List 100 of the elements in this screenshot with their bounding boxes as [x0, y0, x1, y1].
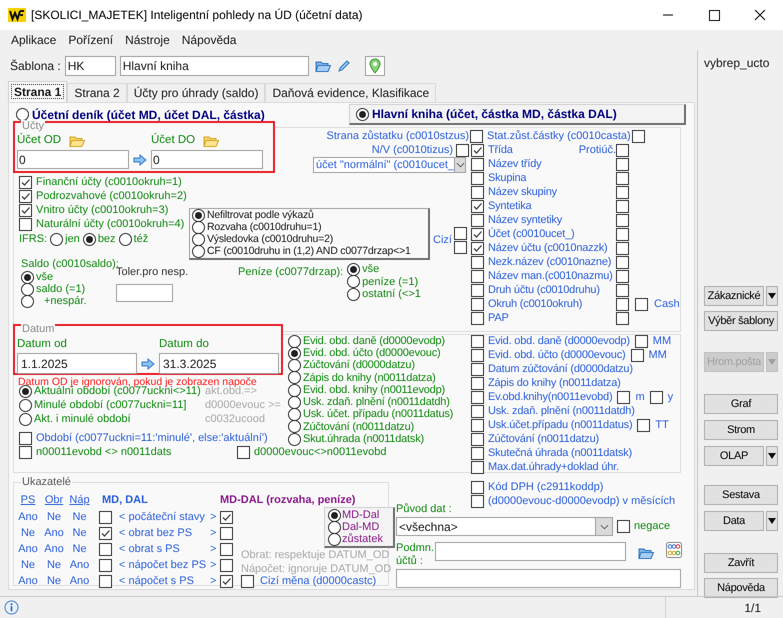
checkbox[interactable] — [471, 200, 484, 212]
radio-button[interactable] — [288, 359, 301, 372]
radio-button[interactable] — [288, 371, 301, 384]
radio-button[interactable] — [192, 209, 205, 222]
checkbox[interactable] — [471, 256, 484, 268]
date-field[interactable]: 1.1.2025 — [17, 353, 137, 374]
radio-button[interactable] — [82, 232, 96, 246]
input-field[interactable]: 0 — [151, 150, 263, 169]
checkbox[interactable] — [635, 298, 648, 310]
button[interactable]: Zákaznické — [704, 286, 764, 306]
checkbox[interactable] — [471, 270, 484, 282]
radio-button[interactable] — [192, 245, 205, 258]
radio-button[interactable] — [328, 520, 341, 534]
checkbox[interactable] — [616, 270, 629, 282]
checkbox[interactable] — [630, 348, 644, 362]
checkbox[interactable] — [220, 526, 233, 540]
tab[interactable]: Strana 2 — [67, 83, 127, 102]
checkbox[interactable] — [220, 510, 233, 524]
checkbox[interactable] — [471, 432, 484, 446]
date-field[interactable]: 31.3.2025 — [159, 353, 279, 374]
checkbox[interactable] — [19, 190, 32, 202]
radio-button[interactable] — [347, 288, 360, 301]
folder-icon[interactable] — [314, 59, 331, 73]
radio-button[interactable] — [347, 275, 360, 288]
checkbox[interactable] — [471, 158, 484, 170]
color-grid-icon[interactable] — [666, 542, 682, 558]
column-link[interactable]: Náp — [66, 492, 93, 508]
checkbox[interactable] — [454, 227, 467, 240]
checkbox[interactable] — [471, 172, 484, 184]
checkbox[interactable] — [99, 574, 112, 588]
checkbox[interactable] — [471, 494, 484, 508]
radio-button[interactable] — [288, 396, 301, 409]
condition-field[interactable] — [435, 542, 626, 561]
checkbox[interactable] — [19, 176, 32, 188]
menu-item[interactable]: Nástroje — [119, 30, 176, 50]
checkbox[interactable] — [617, 520, 630, 533]
checkbox[interactable] — [471, 348, 484, 362]
checkbox[interactable] — [220, 542, 233, 556]
radio-button[interactable] — [21, 282, 34, 296]
template-code-field[interactable]: HK — [64, 56, 116, 76]
checkbox[interactable] — [616, 228, 629, 240]
checkbox[interactable] — [237, 446, 250, 458]
checkbox[interactable] — [634, 334, 648, 348]
checkbox[interactable] — [99, 558, 112, 572]
button[interactable]: Data — [704, 511, 764, 531]
radio-button[interactable] — [288, 420, 301, 434]
checkbox[interactable] — [616, 242, 629, 254]
input-field[interactable]: 0 — [17, 150, 129, 169]
button[interactable]: Graf — [704, 394, 778, 414]
checkbox[interactable] — [220, 574, 233, 588]
checkbox[interactable] — [650, 390, 663, 404]
radio-button[interactable] — [19, 384, 32, 398]
checkbox[interactable] — [471, 334, 484, 348]
checkbox[interactable] — [617, 390, 630, 404]
checkbox[interactable] — [616, 144, 629, 156]
checkbox[interactable] — [99, 542, 112, 556]
checkbox[interactable] — [616, 214, 629, 226]
radio-button[interactable] — [21, 294, 34, 308]
folder-icon[interactable] — [638, 546, 654, 560]
checkbox[interactable] — [471, 228, 484, 240]
checkbox[interactable] — [19, 432, 32, 444]
map-pin-button[interactable] — [364, 56, 385, 76]
checkbox[interactable] — [19, 446, 32, 458]
checkbox[interactable] — [471, 298, 484, 310]
info-icon[interactable] — [4, 600, 19, 615]
radio-button[interactable] — [347, 262, 360, 276]
pencil-icon[interactable] — [336, 59, 351, 73]
radio-button[interactable] — [192, 221, 205, 234]
checkbox[interactable] — [471, 418, 484, 432]
column-link[interactable]: PS — [14, 492, 42, 508]
checkbox[interactable] — [456, 144, 469, 156]
template-name-field[interactable]: Hlavní kniha — [120, 56, 309, 76]
column-link[interactable]: Obr — [42, 492, 66, 508]
account-type-dropdown[interactable]: účet "normální" (c0010ucet_ — [313, 157, 466, 173]
radio-button[interactable] — [16, 108, 29, 121]
radio-button[interactable] — [288, 408, 301, 422]
checkbox[interactable] — [471, 446, 484, 460]
menu-item[interactable]: Nápověda — [176, 30, 242, 50]
checkbox[interactable] — [19, 204, 32, 216]
checkbox[interactable] — [454, 241, 467, 254]
menu-item[interactable]: Pořízení — [62, 30, 120, 50]
button[interactable]: Sestava — [704, 485, 778, 505]
radio-button[interactable] — [21, 270, 34, 284]
button[interactable]: Strom — [704, 420, 778, 440]
checkbox[interactable] — [471, 242, 484, 254]
checkbox[interactable] — [220, 558, 233, 572]
checkbox[interactable] — [616, 172, 629, 184]
button[interactable]: Výběr šablony — [704, 311, 778, 331]
checkbox[interactable] — [471, 376, 484, 390]
checkbox[interactable] — [616, 298, 629, 310]
checkbox[interactable] — [632, 130, 645, 142]
radio-button[interactable] — [50, 232, 64, 246]
radio-button[interactable] — [288, 384, 301, 397]
checkbox[interactable] — [99, 510, 112, 524]
button[interactable]: OLAP — [704, 446, 764, 466]
checkbox[interactable] — [637, 418, 650, 432]
tab[interactable]: Daňová evidence, Klasifikace — [265, 83, 436, 102]
checkbox[interactable] — [470, 130, 483, 142]
checkbox[interactable] — [471, 460, 484, 474]
origin-dropdown[interactable]: <všechna> — [396, 517, 613, 536]
